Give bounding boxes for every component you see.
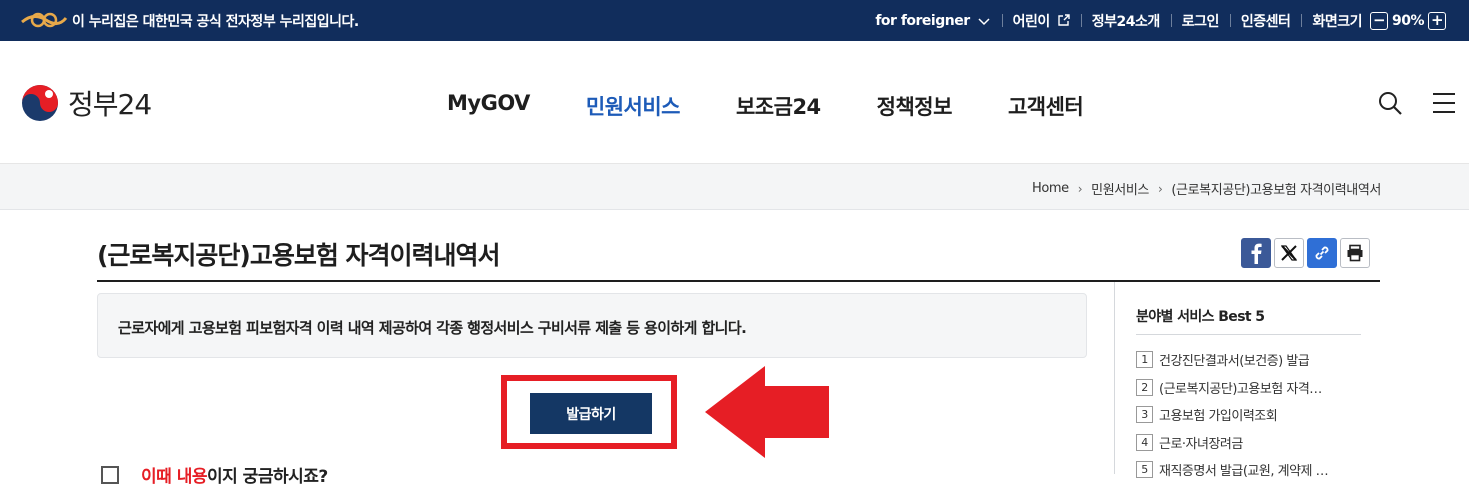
copy-link-button[interactable] (1307, 238, 1337, 268)
zoom-value: 90% (1391, 12, 1425, 29)
document-icon (101, 465, 119, 484)
service-description: 근로자에게 고용보험 피보험자격 이력 내역 제공하여 각종 행정서비스 구비서… (118, 319, 747, 337)
left-arrow-annotation-icon (705, 366, 829, 458)
link-icon (1315, 246, 1329, 260)
auth-center-link[interactable]: 인증센터 (1229, 0, 1302, 41)
x-share-button[interactable] (1274, 238, 1304, 268)
gov-banner: 이 누리집은 대한민국 공식 전자정부 누리집입니다. for foreigne… (0, 0, 1469, 41)
breadcrumb: Home › 민원서비스 › (근로복지공단)고용보험 자격이력내역서 (1032, 179, 1381, 198)
sidebar-divider (1114, 282, 1115, 474)
nav-customer-center[interactable]: 고객센터 (1008, 91, 1084, 121)
print-button[interactable] (1340, 238, 1370, 268)
list-item-label: 재직증명서 발급(교원, 계약제 … (1159, 464, 1329, 480)
x-icon (1280, 245, 1298, 261)
list-item[interactable]: 2 (근로복지공단)고용보험 자격… (1136, 374, 1361, 402)
site-header: 정부24 MyGOV 민원서비스 보조금24 정책정보 고객센터 (0, 41, 1469, 164)
nav-subsidy24[interactable]: 보조금24 (736, 91, 821, 121)
faq-row: 이때 내용 이지 궁금하시죠? (101, 462, 328, 487)
gov24-logo[interactable]: 정부24 (20, 83, 152, 123)
list-item[interactable]: 4 근로·자녀장려금 (1136, 429, 1361, 457)
list-item-label: 건강진단결과서(보건증) 발급 (1159, 354, 1310, 370)
breadcrumb-home[interactable]: Home (1032, 181, 1069, 196)
breadcrumb-bar: Home › 민원서비스 › (근로복지공단)고용보험 자격이력내역서 (0, 164, 1469, 210)
title-divider (97, 280, 1380, 282)
taegeuk-logo-icon (22, 85, 58, 121)
issue-button[interactable]: 발급하기 (530, 393, 652, 434)
rank-badge: 4 (1136, 433, 1153, 451)
zoom-out-button[interactable]: − (1369, 11, 1388, 30)
list-item-label: 고용보험 가입이력조회 (1159, 409, 1278, 425)
utility-menu: for foreigner 어린이 정부24소개 로그인 인증센터 화면크기 −… (864, 0, 1461, 41)
chevron-right-icon: › (1157, 181, 1163, 196)
sidebar-title: 분야별 서비스 Best 5 (1136, 309, 1265, 325)
kids-link[interactable]: 어린이 (1001, 0, 1081, 41)
faq-text: 이지 궁금하시죠? (206, 467, 328, 487)
chevron-right-icon: › (1077, 181, 1083, 196)
sidebar-title-divider (1136, 334, 1361, 335)
facebook-icon (1251, 243, 1262, 264)
best-service-list: 1 건강진단결과서(보건증) 발급 2 (근로복지공단)고용보험 자격… 3 고용보험… (1136, 346, 1361, 484)
rank-badge: 3 (1136, 406, 1153, 424)
list-item[interactable]: 5 재직증명서 발급(교원, 계약제 … (1136, 456, 1361, 484)
for-foreigner-menu[interactable]: for foreigner (864, 0, 1001, 41)
rank-badge: 5 (1136, 461, 1153, 479)
about-gov24-link[interactable]: 정부24소개 (1080, 0, 1171, 41)
nav-mygov[interactable]: MyGOV (447, 91, 530, 121)
facebook-share-button[interactable] (1241, 238, 1271, 268)
faq-highlight: 이때 내용 (141, 467, 207, 487)
nav-policy-info[interactable]: 정책정보 (877, 91, 953, 121)
print-icon (1347, 244, 1363, 262)
egov-emblem-icon (21, 12, 68, 28)
zoom-control: 화면크기 − 90% + (1301, 0, 1461, 41)
breadcrumb-current: (근로복지공단)고용보험 자격이력내역서 (1171, 183, 1381, 198)
login-link[interactable]: 로그인 (1170, 0, 1230, 41)
breadcrumb-civil-service[interactable]: 민원서비스 (1091, 179, 1149, 198)
chevron-down-icon (978, 17, 990, 25)
logo-text: 정부24 (68, 88, 152, 121)
zoom-label: 화면크기 (1312, 13, 1362, 30)
list-item[interactable]: 1 건강진단결과서(보건증) 발급 (1136, 346, 1361, 374)
zoom-in-button[interactable]: + (1428, 11, 1446, 30)
share-tools (1241, 238, 1370, 268)
search-icon[interactable] (1378, 91, 1402, 115)
list-item[interactable]: 3 고용보험 가입이력조회 (1136, 401, 1361, 429)
description-box: 근로자에게 고용보험 피보험자격 이력 내역 제공하여 각종 행정서비스 구비서… (97, 293, 1087, 358)
rank-badge: 1 (1136, 351, 1153, 369)
rank-badge: 2 (1136, 378, 1153, 396)
nav-civil-service[interactable]: 민원서비스 (586, 91, 681, 121)
external-link-icon (1058, 14, 1070, 26)
official-notice: 이 누리집은 대한민국 공식 전자정부 누리집입니다. (72, 14, 359, 30)
list-item-label: 근로·자녀장려금 (1159, 436, 1243, 452)
menu-icon[interactable] (1432, 91, 1456, 115)
list-item-label: (근로복지공단)고용보험 자격… (1159, 381, 1322, 397)
main-nav: MyGOV 민원서비스 보조금24 정책정보 고객센터 (447, 91, 1139, 121)
page-title: (근로복지공단)고용보험 자격이력내역서 (97, 241, 501, 270)
